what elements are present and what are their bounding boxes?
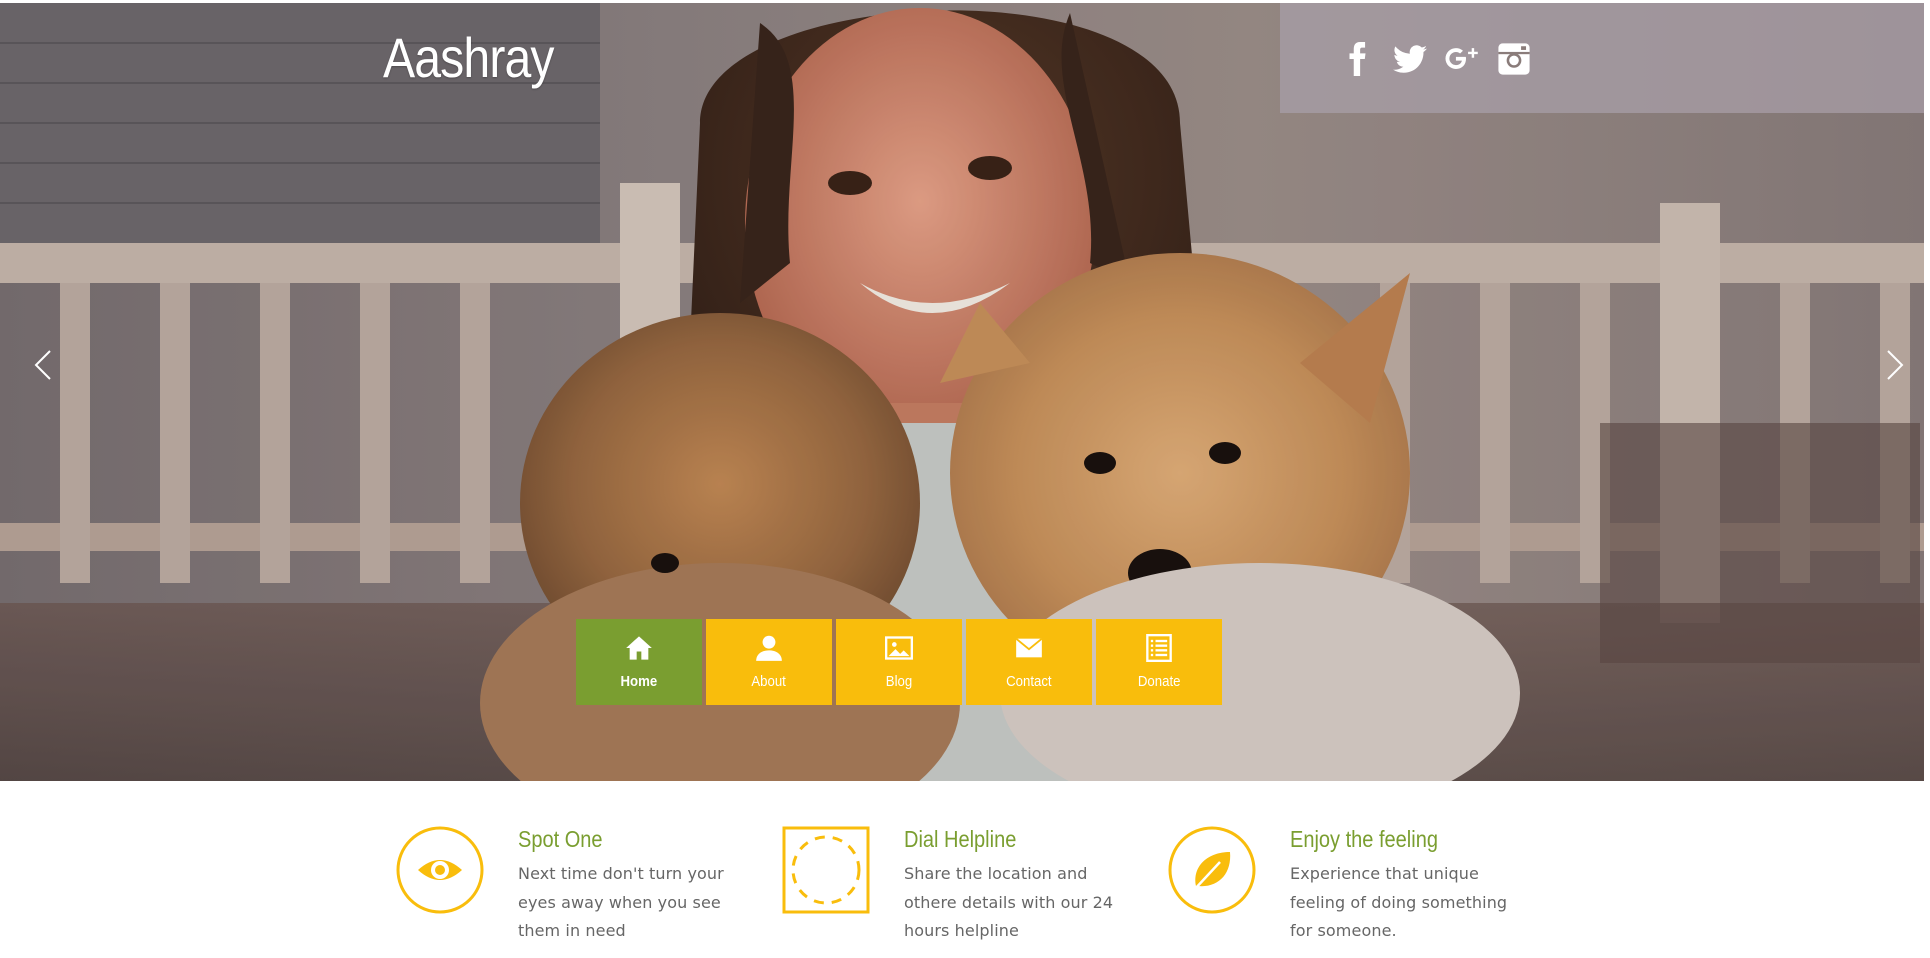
page: Aashray Home About Blog Contact Donate S… — [0, 0, 1930, 958]
list-icon — [1144, 633, 1174, 663]
image-icon — [884, 633, 914, 663]
eye-icon — [396, 826, 484, 914]
nav-donate[interactable]: Donate — [1096, 619, 1222, 705]
chevron-left-icon[interactable] — [28, 345, 58, 385]
envelope-icon — [1014, 633, 1044, 663]
feature-text: Next time don't turn your eyes away when… — [518, 864, 724, 940]
nav-contact[interactable]: Contact — [966, 619, 1092, 705]
feature-title: Dial Helpline — [904, 826, 1017, 852]
nav-about-label: About — [751, 673, 787, 690]
home-icon — [624, 633, 654, 663]
main-nav: Home About Blog Contact Donate — [576, 619, 1222, 705]
chevron-right-icon[interactable] — [1880, 345, 1910, 385]
features-section: Spot One Next time don't turn your eyes … — [396, 826, 1536, 958]
nav-home-label: Home — [620, 673, 658, 690]
twitter-icon[interactable] — [1392, 39, 1428, 79]
nav-blog[interactable]: Blog — [836, 619, 962, 705]
nav-home[interactable]: Home — [576, 619, 702, 705]
site-logo[interactable]: Aashray — [383, 25, 555, 90]
nav-contact-label: Contact — [1006, 673, 1052, 690]
user-icon — [754, 633, 784, 663]
leaf-icon — [1168, 826, 1256, 914]
google-plus-icon[interactable] — [1444, 39, 1480, 79]
feature-text: Share the location and othere details wi… — [904, 864, 1114, 940]
feature-title: Spot One — [518, 826, 603, 852]
nav-donate-label: Donate — [1137, 673, 1181, 690]
loading-icon — [782, 826, 870, 914]
nav-about[interactable]: About — [706, 619, 832, 705]
nav-blog-label: Blog — [885, 673, 913, 690]
facebook-icon[interactable] — [1340, 39, 1376, 79]
feature-title: Enjoy the feeling — [1290, 826, 1438, 852]
feature-text: Experience that unique feeling of doing … — [1290, 864, 1508, 940]
social-links — [1340, 39, 1532, 79]
hero-slider: Aashray Home About Blog Contact Donate — [0, 3, 1924, 781]
instagram-icon[interactable] — [1496, 39, 1532, 79]
